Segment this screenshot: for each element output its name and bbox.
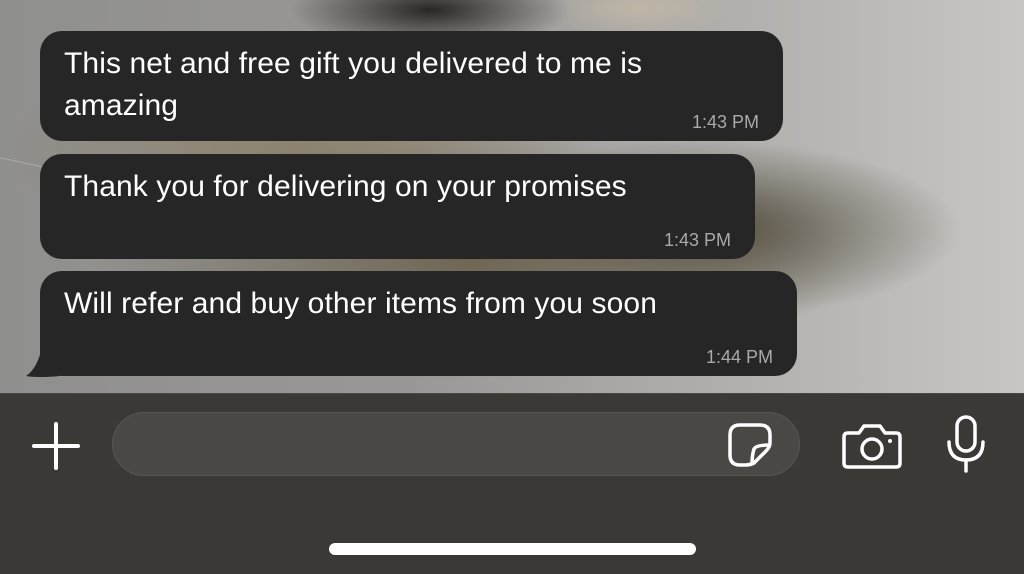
home-indicator[interactable] [329,543,696,555]
message-timestamp: 1:44 PM [705,347,773,367]
plus-icon[interactable] [28,418,84,474]
message-text: Will refer and buy other items from you … [64,287,657,320]
microphone-icon[interactable] [940,412,992,476]
message-input[interactable] [133,413,713,475]
message-bubble[interactable]: Thank you for delivering on your promise… [40,154,755,259]
camera-icon[interactable] [840,418,904,472]
message-bubble[interactable]: This net and free gift you delivered to … [40,31,783,141]
message-timestamp: 1:43 PM [663,230,731,250]
message-bubble[interactable]: Will refer and buy other items from you … [40,271,797,376]
sticker-icon[interactable] [724,420,776,468]
message-input-container[interactable] [112,412,800,476]
message-text: This net and free gift you delivered to … [64,47,643,122]
message-text: Thank you for delivering on your promise… [64,170,627,203]
message-timestamp: 1:43 PM [691,112,759,132]
